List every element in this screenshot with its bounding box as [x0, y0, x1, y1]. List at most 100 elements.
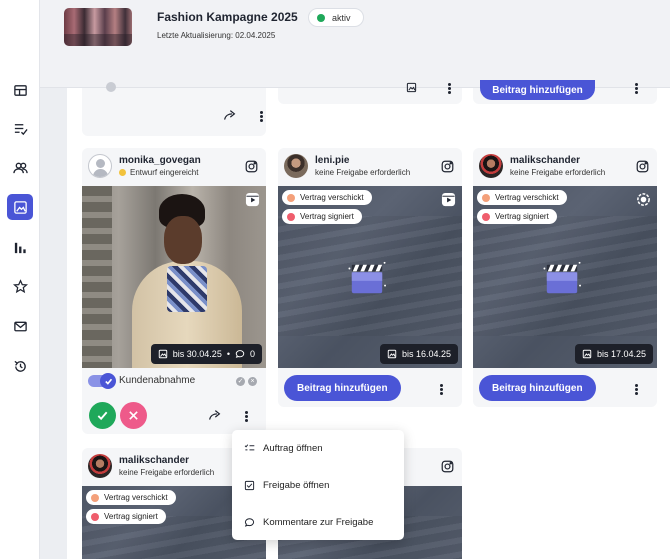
clapperboard-icon	[348, 261, 386, 294]
more-options-icon[interactable]	[240, 408, 252, 424]
tag-contract-sent: Vertrag verschickt	[86, 490, 176, 505]
client-approval-row: Kundenabnahme ✓ ×	[88, 373, 268, 389]
username: malikschander	[510, 155, 581, 166]
nav-users-icon[interactable]	[7, 154, 33, 180]
nav-mail-icon[interactable]	[7, 313, 33, 339]
share-icon[interactable]	[208, 409, 221, 422]
menu-open-approval[interactable]: Freigabe öffnen	[232, 472, 404, 498]
instagram-icon	[636, 160, 649, 173]
image-icon	[158, 349, 167, 359]
menu-approval-comments[interactable]: Kommentare zur Freigabe	[232, 509, 404, 535]
due-date-chip: bis 16.04.25	[379, 344, 458, 364]
status-badge[interactable]: aktiv	[308, 8, 364, 27]
approval-status: keine Freigabe erforderlich	[510, 168, 606, 177]
card-top-1	[82, 82, 267, 136]
reject-button[interactable]	[120, 402, 147, 429]
due-date-chip: bis 30.04.25 • 0	[150, 344, 262, 364]
campaign-thumbnail	[64, 8, 132, 46]
story-icon	[637, 193, 650, 206]
add-post-button[interactable]: Beitrag hinzufügen	[284, 375, 401, 401]
avatar	[479, 154, 503, 178]
tag-label: Vertrag signiert	[104, 512, 158, 521]
last-updated: Letzte Aktualisierung: 02.04.2025	[157, 31, 276, 40]
post-card-monika[interactable]: monika_govegan Entwurf eingereicht bis 3…	[82, 148, 266, 434]
more-options-icon[interactable]	[435, 381, 447, 397]
card-top-3: Beitrag hinzufügen	[473, 80, 657, 104]
client-approval-label: Kundenabnahme	[119, 375, 196, 386]
image-icon	[582, 349, 592, 359]
tag-contract-signed: Vertrag signiert	[86, 509, 166, 524]
instagram-icon	[245, 160, 258, 173]
client-approval-toggle[interactable]	[88, 373, 116, 389]
comment-count: 0	[249, 349, 255, 359]
approval-status: keine Freigabe erforderlich	[315, 168, 411, 177]
separator: •	[226, 349, 230, 359]
tag-label: Vertrag signiert	[300, 212, 354, 221]
post-card-malik[interactable]: malikschander keine Freigabe erforderlic…	[473, 148, 657, 407]
username: monika_govegan	[119, 155, 201, 166]
instagram-icon	[441, 460, 454, 473]
menu-item-label: Auftrag öffnen	[263, 442, 323, 454]
check-mini-icon: ✓	[236, 377, 245, 386]
checkbox-icon	[244, 480, 255, 490]
avatar	[284, 154, 308, 178]
tag-label: Vertrag verschickt	[300, 193, 364, 202]
draft-dot	[119, 169, 126, 176]
post-card-leni[interactable]: leni.pie keine Freigabe erforderlich Ver…	[278, 148, 462, 407]
tag-contract-sent: Vertrag verschickt	[282, 190, 372, 205]
card-top-2	[278, 82, 462, 104]
username: leni.pie	[315, 155, 350, 166]
context-menu: Auftrag öffnen Freigabe öffnen Kommentar…	[232, 430, 404, 540]
instagram-icon	[441, 160, 454, 173]
reel-icon	[245, 192, 260, 207]
nav-checklist-icon[interactable]	[7, 115, 33, 141]
avatar	[88, 454, 112, 478]
avatar	[88, 154, 112, 178]
reel-icon	[441, 192, 456, 207]
approval-status: Entwurf eingereicht	[119, 168, 198, 177]
tag-contract-signed: Vertrag signiert	[477, 209, 557, 224]
menu-item-label: Freigabe öffnen	[263, 479, 330, 491]
nav-history-icon[interactable]	[7, 353, 33, 379]
nav-image-icon[interactable]	[7, 194, 33, 220]
due-date: bis 16.04.25	[401, 349, 451, 359]
close-mini-icon: ×	[248, 377, 257, 386]
more-options-icon[interactable]	[630, 80, 642, 96]
menu-open-order[interactable]: Auftrag öffnen	[232, 435, 404, 461]
tag-contract-signed: Vertrag signiert	[282, 209, 362, 224]
check-icon	[97, 411, 108, 421]
due-date: bis 30.04.25	[172, 349, 222, 359]
tag-label: Vertrag verschickt	[495, 193, 559, 202]
post-photo[interactable]: bis 30.04.25 • 0	[82, 186, 266, 368]
tag-label: Vertrag verschickt	[104, 493, 168, 502]
nav-table-icon[interactable]	[7, 77, 33, 103]
status-label: aktiv	[332, 12, 351, 23]
status-dot	[317, 13, 325, 22]
post-media-placeholder[interactable]: Vertrag verschickt Vertrag signiert bis …	[473, 186, 657, 368]
approve-button[interactable]	[89, 402, 116, 429]
more-options-icon[interactable]	[630, 381, 642, 397]
tag-contract-sent: Vertrag verschickt	[477, 190, 567, 205]
add-post-button-partial[interactable]: Beitrag hinzufügen	[480, 80, 595, 100]
image-icon	[406, 82, 417, 93]
username: malikschander	[119, 455, 190, 466]
comment-icon	[244, 517, 255, 527]
due-date: bis 17.04.25	[596, 349, 646, 359]
more-options-icon[interactable]	[443, 80, 455, 96]
nav-star-icon[interactable]	[7, 273, 33, 299]
add-post-button[interactable]: Beitrag hinzufügen	[479, 375, 596, 401]
approval-status-label: Entwurf eingereicht	[130, 168, 199, 177]
close-icon	[129, 411, 138, 420]
more-options-icon[interactable]	[255, 108, 267, 124]
avatar-partial	[106, 82, 116, 92]
tag-label: Vertrag signiert	[495, 212, 549, 221]
checklist-icon	[244, 443, 255, 450]
campaign-title: Fashion Kampagne 2025	[157, 10, 298, 24]
share-icon[interactable]	[223, 109, 236, 122]
nav-bar-chart-icon[interactable]	[7, 234, 33, 260]
campaign-header: Fashion Kampagne 2025 aktiv Letzte Aktua…	[40, 0, 670, 88]
menu-item-label: Kommentare zur Freigabe	[263, 516, 374, 528]
clapperboard-icon	[543, 261, 581, 294]
comment-icon	[235, 350, 245, 358]
post-media-placeholder[interactable]: Vertrag verschickt Vertrag signiert bis …	[278, 186, 462, 368]
